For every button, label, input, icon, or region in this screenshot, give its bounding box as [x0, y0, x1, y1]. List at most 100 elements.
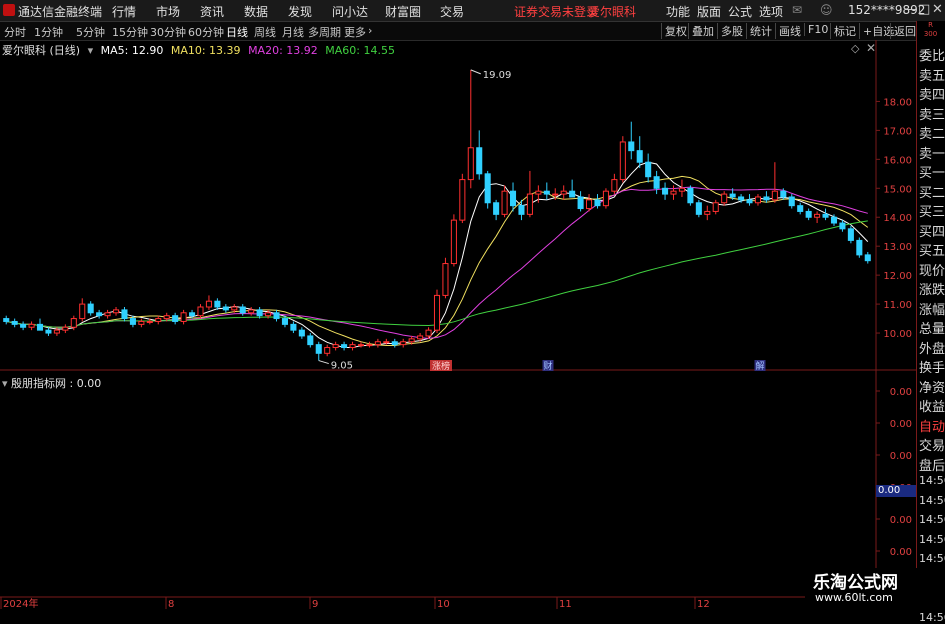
candle-body: [307, 335, 314, 346]
tab-more[interactable]: 更多: [344, 24, 366, 40]
tab-1min[interactable]: 1分钟: [34, 24, 63, 40]
candle-body: [518, 205, 525, 215]
quote-label: 交易: [919, 439, 945, 454]
candle-body: [729, 193, 736, 198]
tab-daily[interactable]: 日线: [226, 24, 248, 40]
menu-item-layout[interactable]: 版面: [697, 3, 721, 20]
overlay-button[interactable]: 叠加: [688, 23, 714, 39]
ma10-label: MA10: 13.39: [170, 44, 241, 57]
candle-body: [771, 190, 778, 201]
stats-button[interactable]: 统计: [746, 23, 772, 39]
candle-body: [146, 320, 153, 323]
menu-item-discover[interactable]: 发现: [288, 3, 312, 20]
tab-15min[interactable]: 15分钟: [112, 24, 148, 40]
tab-weekly[interactable]: 周线: [254, 24, 276, 40]
candle-body: [704, 210, 711, 215]
tab-30min[interactable]: 30分钟: [150, 24, 186, 40]
mark-button[interactable]: 标记: [830, 23, 856, 39]
add-watchlist-button[interactable]: +自选: [859, 23, 894, 39]
close-panel-icon[interactable]: ✕: [866, 41, 876, 55]
indicator-tick-label: 0.00: [890, 387, 912, 398]
chevron-down-icon[interactable]: ▾: [88, 44, 94, 57]
price-tick-label: 11.00: [883, 300, 912, 311]
watermark-title: 乐淘公式网: [813, 573, 898, 593]
user-icon[interactable]: ☺: [820, 3, 833, 17]
menu-item-formula[interactable]: 公式: [728, 3, 752, 20]
price-tick-label: 10.00: [883, 329, 912, 340]
menu-item-market[interactable]: 市场: [156, 3, 180, 20]
candle-body: [712, 202, 719, 212]
quote-label: 收益: [919, 400, 945, 415]
menu-item-data[interactable]: 数据: [244, 3, 268, 20]
candle-body: [594, 199, 601, 207]
candle-body: [349, 344, 356, 349]
login-notice[interactable]: 证券交易未登录: [514, 3, 598, 20]
event-marker-label: 涨榜: [432, 360, 450, 372]
menu-item-options[interactable]: 选项: [759, 3, 783, 20]
multi-stock-button[interactable]: 多股: [717, 23, 743, 39]
ma-legend: 爱尔眼科 (日线) ▾ MA5: 12.90 MA10: 13.39 MA20:…: [2, 42, 399, 58]
candle-body: [721, 193, 728, 204]
tab-intraday[interactable]: 分时: [4, 24, 26, 40]
candle-body: [332, 344, 339, 349]
candle-body: [273, 312, 280, 320]
candle-body: [569, 190, 576, 198]
candle-body: [476, 147, 483, 175]
quote-label: 卖三: [919, 107, 945, 123]
candle-body: [11, 320, 18, 325]
chevron-right-icon[interactable]: ›: [368, 24, 372, 37]
chevron-down-icon[interactable]: ▾: [2, 377, 8, 390]
kline-chart[interactable]: 18.00 17.00 16.00 15.00 14.00 13.00 12.00 11.00…: [0, 40, 916, 609]
date-label: 2024年: [3, 597, 38, 609]
minimize-icon[interactable]: —: [904, 2, 917, 17]
quote-label: 买四: [919, 224, 945, 240]
candle-body: [864, 254, 871, 262]
candle-body: [687, 187, 694, 204]
quote-label: 卖一: [919, 146, 945, 162]
candle-body: [298, 329, 305, 337]
quote-label: 自动: [919, 419, 945, 435]
menu-item-function[interactable]: 功能: [666, 3, 690, 20]
candle-body: [248, 309, 255, 314]
menu-item-quotes[interactable]: 行情: [112, 3, 136, 20]
quote-label: 委比: [919, 49, 945, 64]
candle-body: [3, 318, 10, 322]
candle-body: [256, 309, 263, 317]
event-marker-label: 解: [755, 360, 764, 372]
menu-item-news[interactable]: 资讯: [200, 3, 224, 20]
quote-label: 卖二: [919, 127, 945, 142]
tab-monthly[interactable]: 月线: [282, 24, 304, 40]
tab-5min[interactable]: 5分钟: [76, 24, 105, 40]
close-icon[interactable]: ✕: [932, 2, 943, 17]
candle-body: [788, 196, 795, 207]
quote-label: 外盘: [919, 341, 945, 357]
date-label: 10: [437, 599, 450, 609]
menu-item-trade[interactable]: 交易: [440, 3, 464, 20]
settings-icon[interactable]: ◇: [851, 42, 859, 55]
back-button[interactable]: 返回: [890, 23, 916, 39]
menu-item-wealth-circle[interactable]: 财富圈: [385, 3, 421, 20]
draw-line-button[interactable]: 画线: [775, 23, 801, 39]
candle-body: [290, 323, 297, 331]
price-tick-label: 18.00: [883, 97, 912, 108]
tab-60min[interactable]: 60分钟: [188, 24, 224, 40]
corner-badge: R 300: [923, 21, 938, 38]
date-label: 8: [168, 599, 174, 609]
message-icon[interactable]: ✉: [792, 3, 802, 17]
price-tick-label: 17.00: [883, 126, 912, 137]
indicator-tick-label: 0.00: [890, 451, 912, 462]
candle-body: [543, 190, 550, 195]
candle-body: [814, 213, 821, 218]
period-toolbar: 分时 1分钟 5分钟 15分钟 30分钟 60分钟 日线 周线 月线 多周期 更…: [0, 22, 945, 41]
candle-body: [450, 219, 457, 265]
candle-body: [155, 318, 162, 322]
quote-label: 14:56: [919, 552, 945, 565]
chart-grid: [0, 40, 916, 598]
maximize-icon[interactable]: □: [918, 2, 930, 17]
menu-item-ask[interactable]: 问小达: [332, 3, 368, 20]
candle-body: [645, 161, 652, 178]
f10-button[interactable]: F10: [804, 23, 828, 36]
event-marker-label: 财: [543, 360, 552, 372]
adjust-button[interactable]: 复权: [661, 23, 687, 39]
tab-multi-period[interactable]: 多周期: [308, 24, 341, 40]
